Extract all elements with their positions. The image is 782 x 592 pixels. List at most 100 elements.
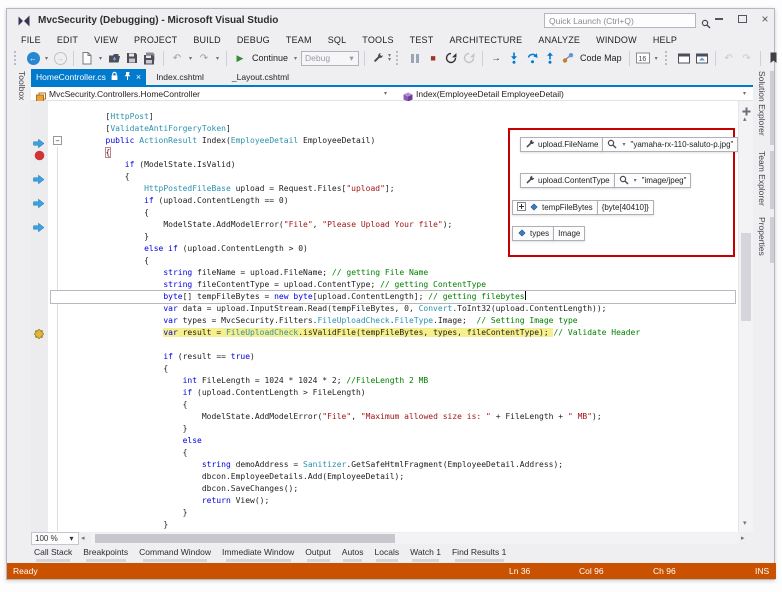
continue-icon[interactable]: ▶: [232, 50, 248, 66]
menu-item-project[interactable]: PROJECT: [126, 35, 185, 45]
code-line[interactable]: dbcon.SaveChanges();: [51, 483, 735, 495]
toolbar-grip[interactable]: [14, 51, 20, 65]
restore-button[interactable]: [734, 11, 750, 27]
navigate-back-button[interactable]: ←: [25, 50, 41, 66]
visualizer-magnifier-icon[interactable]: [607, 139, 617, 151]
margin-arrow-icon[interactable]: [33, 196, 45, 214]
break-all-icon[interactable]: [407, 50, 423, 66]
scroll-left-icon[interactable]: ◂: [81, 534, 85, 542]
horizontal-scrollbar[interactable]: [91, 533, 739, 544]
menu-item-window[interactable]: WINDOW: [588, 35, 645, 45]
sidebar-tab-toolbox[interactable]: Toolbox: [17, 71, 27, 100]
close-button[interactable]: ×: [757, 11, 773, 27]
step-out-icon[interactable]: [542, 50, 558, 66]
tracepoint-icon[interactable]: [33, 327, 45, 345]
code-line[interactable]: [HttpPost]: [51, 111, 735, 123]
panel-tab-immediate-window[interactable]: Immediate Window: [222, 547, 294, 563]
code-line[interactable]: dbcon.EmployeeDetails.Add(EmployeeDetail…: [51, 471, 735, 483]
menu-item-view[interactable]: VIEW: [86, 35, 126, 45]
new-file-icon[interactable]: [79, 50, 95, 66]
menu-item-tools[interactable]: TOOLS: [354, 35, 401, 45]
attach-icon[interactable]: [370, 50, 386, 66]
code-line[interactable]: if (result == true): [51, 351, 735, 363]
bookmark-icon[interactable]: [766, 50, 782, 66]
visualizer-magnifier-icon[interactable]: [619, 175, 629, 187]
code-map-button[interactable]: Code Map: [580, 53, 622, 63]
save-all-icon[interactable]: [142, 50, 158, 66]
step-into-icon[interactable]: [506, 50, 522, 66]
toolbar-grip[interactable]: [664, 51, 671, 65]
step-over-icon[interactable]: [524, 50, 540, 66]
breakpoint-icon[interactable]: [34, 148, 45, 166]
redo-icon[interactable]: ↷: [196, 50, 212, 66]
panel-tab-locals[interactable]: Locals: [375, 547, 399, 563]
panel-tab-command-window[interactable]: Command Window: [139, 547, 211, 563]
sidebar-tab-solution-explorer[interactable]: Solution Explorer: [757, 71, 767, 136]
close-tab-icon[interactable]: ×: [136, 72, 141, 82]
menu-item-team[interactable]: TEAM: [278, 35, 320, 45]
datatip-value-cell[interactable]: ▾ "yamaha-rx-110-saluto-p.jpg": [602, 137, 738, 152]
minimize-button[interactable]: [711, 11, 727, 27]
code-line[interactable]: }: [51, 423, 735, 435]
menu-item-build[interactable]: BUILD: [185, 35, 229, 45]
vertical-scroll-thumb[interactable]: [741, 233, 751, 321]
code-line[interactable]: return View();: [51, 495, 735, 507]
panel-tab-breakpoints[interactable]: Breakpoints: [83, 547, 128, 563]
debug-target-dropdown[interactable]: Debug ▾: [301, 50, 360, 66]
code-map-icon[interactable]: [560, 50, 576, 66]
threads-window-icon[interactable]: [694, 50, 710, 66]
menu-item-file[interactable]: FILE: [13, 35, 49, 45]
expander-icon[interactable]: [517, 202, 526, 213]
code-line[interactable]: string fileContentType = upload.ContentT…: [51, 279, 735, 291]
datatip[interactable]: tempFileBytes {byte[40410]}: [512, 200, 654, 215]
code-line[interactable]: int FileLength = 1024 * 1024 * 2; //File…: [51, 375, 735, 387]
horizontal-scroll-thumb[interactable]: [95, 534, 395, 543]
menu-item-edit[interactable]: EDIT: [49, 35, 86, 45]
code-line[interactable]: ModelState.AddModelError("File", "Maximu…: [51, 411, 735, 423]
member-dropdown[interactable]: Index(EmployeeDetail EmployeeDetail): [416, 89, 564, 99]
hex-display-icon[interactable]: 16: [635, 50, 651, 66]
datatip-name-cell[interactable]: tempFileBytes: [512, 200, 598, 215]
chevron-down-icon[interactable]: ▾: [292, 55, 299, 62]
margin-arrow-icon[interactable]: [33, 172, 45, 190]
chevron-down-icon[interactable]: ▾: [97, 55, 104, 62]
menu-item-test[interactable]: TEST: [402, 35, 442, 45]
code-line[interactable]: }: [51, 507, 735, 519]
code-line[interactable]: [51, 339, 735, 351]
chevron-down-icon[interactable]: ▾: [743, 90, 746, 97]
datatip-value-cell[interactable]: Image: [553, 226, 586, 241]
tab-index.cshtml[interactable]: Index.cshtml: [146, 69, 214, 85]
datatip[interactable]: upload.ContentType ▾ "image/jpeg": [520, 173, 692, 188]
chevron-down-icon[interactable]: ▾: [187, 55, 194, 62]
scroll-down-icon[interactable]: ▾: [743, 519, 747, 527]
code-editor[interactable]: − [HttpPost] [ValidateAntiForgeryToken] …: [31, 101, 738, 532]
vertical-scrollbar[interactable]: ▴ ▾: [738, 101, 753, 532]
stop-icon[interactable]: ■: [425, 50, 441, 66]
open-file-icon[interactable]: [106, 50, 122, 66]
navigate-forward-button[interactable]: →: [52, 50, 68, 66]
code-line[interactable]: }: [51, 519, 735, 531]
scroll-up-icon[interactable]: ▴: [743, 115, 747, 123]
datatip[interactable]: upload.FileName ▾ "yamaha-rx-110-saluto-p.…: [520, 137, 738, 152]
code-line[interactable]: {: [51, 447, 735, 459]
breakpoints-window-icon[interactable]: [676, 50, 692, 66]
sidebar-tab-team-explorer[interactable]: Team Explorer: [757, 151, 767, 206]
code-line[interactable]: var result = FileUploadCheck.isValidFile…: [51, 327, 735, 339]
chevron-down-icon[interactable]: ▾: [653, 55, 660, 62]
overflow-chevron-icon[interactable]: ▾ ▾: [388, 53, 391, 63]
code-line[interactable]: byte[] tempFileBytes = new byte[upload.C…: [50, 290, 736, 304]
datatip-name-cell[interactable]: upload.FileName: [520, 137, 604, 152]
show-next-statement-icon[interactable]: →: [488, 50, 504, 66]
menu-item-analyze[interactable]: ANALYZE: [530, 35, 588, 45]
code-line[interactable]: {: [51, 399, 735, 411]
tab-homecontroller.cs[interactable]: HomeController.cs ×: [31, 69, 147, 85]
type-dropdown[interactable]: MvcSecurity.Controllers.HomeController: [49, 89, 200, 99]
datatip-name-cell[interactable]: upload.ContentType: [520, 173, 615, 188]
menu-item-architecture[interactable]: ARCHITECTURE: [441, 35, 530, 45]
chevron-down-icon[interactable]: ▾: [214, 55, 221, 62]
code-line[interactable]: var data = upload.InputStream.Read(tempF…: [51, 303, 735, 315]
panel-tab-output[interactable]: Output: [305, 547, 331, 563]
continue-button[interactable]: Continue: [252, 53, 288, 63]
save-icon[interactable]: [124, 50, 140, 66]
datatip-value-cell[interactable]: {byte[40410]}: [596, 200, 654, 215]
